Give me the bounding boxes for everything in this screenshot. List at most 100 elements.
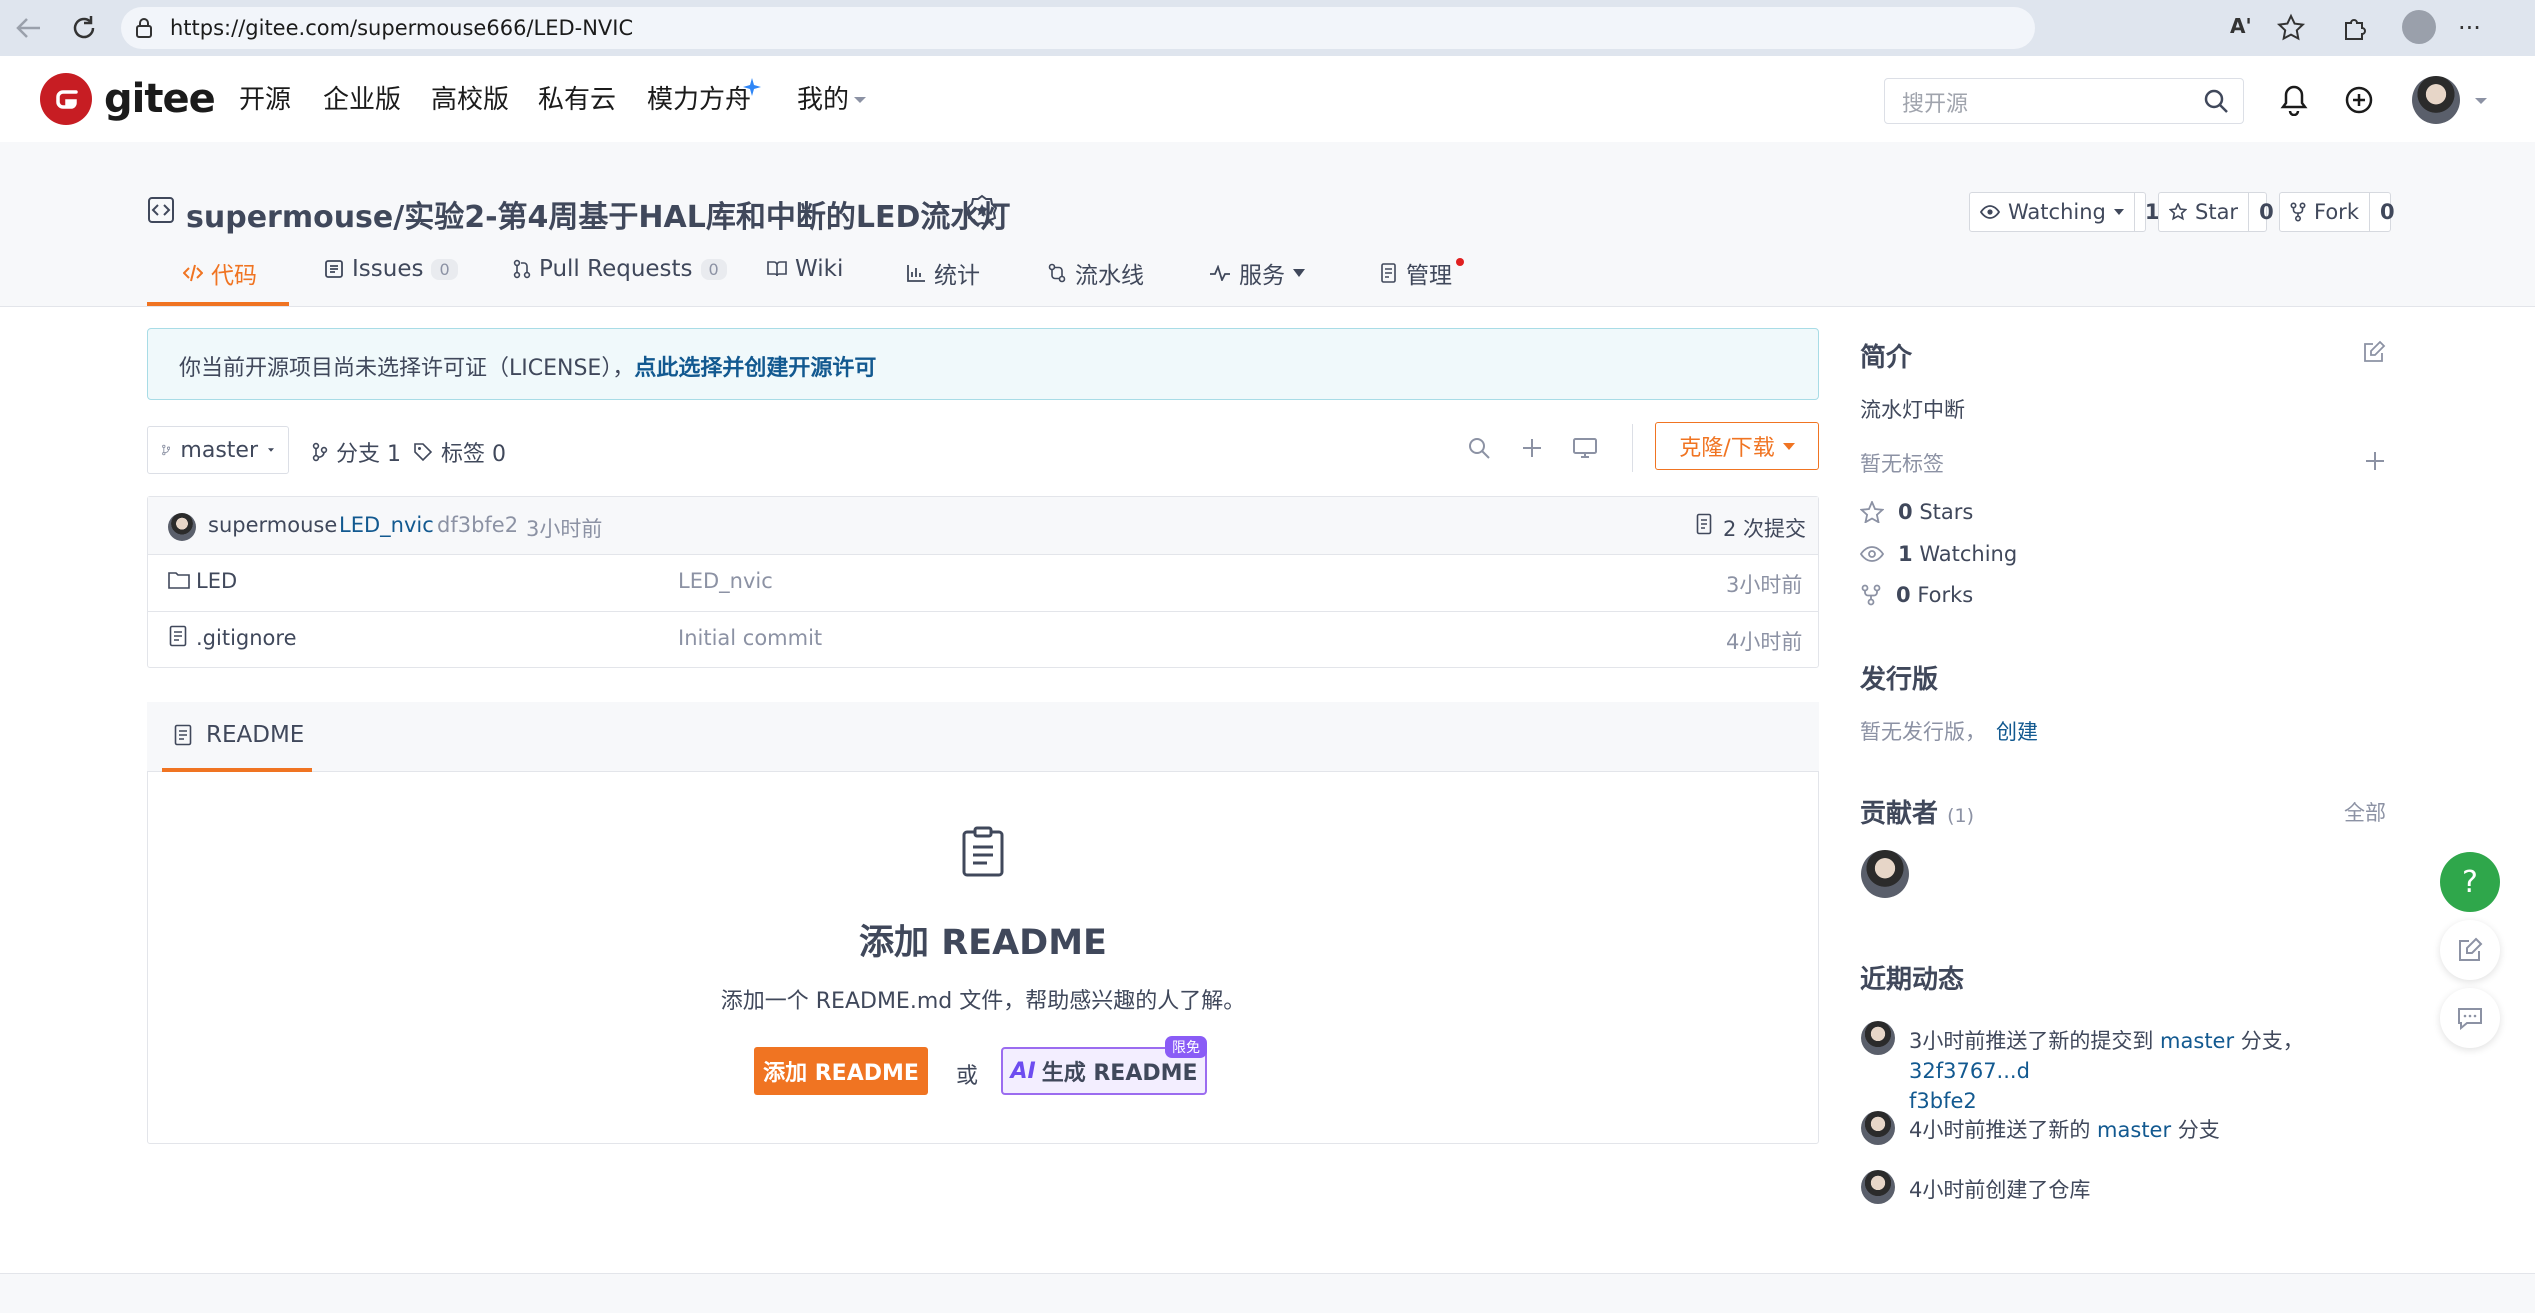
activity-branch-link[interactable]: master xyxy=(2097,1118,2171,1142)
activity-branch-link[interactable]: master xyxy=(2160,1029,2234,1053)
eye-icon xyxy=(1980,205,2000,219)
repo-title[interactable]: supermouse/实验2-第4周基于HAL库和中断的LED流水灯 xyxy=(186,192,1010,236)
add-tag-icon[interactable] xyxy=(2364,450,2386,472)
tab-code[interactable]: 代码 xyxy=(183,256,257,290)
nav-private-cloud[interactable]: 私有云 xyxy=(538,82,616,118)
commit-author[interactable]: supermouse xyxy=(208,513,337,537)
ai-generate-readme-label: 生成 README xyxy=(1041,1061,1198,1086)
user-avatar[interactable] xyxy=(2412,76,2460,124)
feedback-edit-icon xyxy=(2459,937,2483,961)
tab-stats[interactable]: 统计 xyxy=(906,256,980,290)
no-tags-text: 暂无标签 xyxy=(1860,452,1944,476)
search-icon[interactable] xyxy=(2203,88,2229,114)
create-release-link[interactable]: 创建 xyxy=(1996,720,2038,744)
reload-icon[interactable] xyxy=(69,13,99,43)
tab-pipeline[interactable]: 流水线 xyxy=(1047,256,1144,290)
contributor-avatar[interactable] xyxy=(1861,850,1909,898)
branches-link[interactable]: 分支 1 xyxy=(312,436,401,468)
more-menu-icon[interactable]: ··· xyxy=(2458,14,2481,42)
tab-manage[interactable]: 管理 xyxy=(1380,256,1452,290)
recent-activity-heading: 近期动态 xyxy=(1860,965,1965,995)
web-ide-icon[interactable] xyxy=(1572,436,1598,460)
watch-label: Watching xyxy=(2008,200,2106,224)
activity-text: 4小时前推送了新的 xyxy=(1909,1118,2098,1142)
file-name[interactable]: .gitignore xyxy=(196,626,297,650)
tab-manage-label: 管理 xyxy=(1406,263,1452,289)
activity-commit-link[interactable]: f3bfe2 xyxy=(1909,1089,1977,1113)
file-commit-message[interactable]: Initial commit xyxy=(678,626,822,650)
star-button[interactable]: Star 0 xyxy=(2158,192,2274,232)
gitee-logo[interactable]: gitee xyxy=(40,73,216,125)
or-separator: 或 xyxy=(956,1064,979,1089)
nav-mine[interactable]: 我的 xyxy=(797,82,849,118)
readme-empty-title: 添加 README xyxy=(859,923,1107,963)
table-row[interactable] xyxy=(148,554,1818,611)
tab-pull-requests[interactable]: Pull Requests 0 xyxy=(513,256,727,282)
commit-author-avatar[interactable] xyxy=(168,513,196,541)
commit-hash[interactable]: df3bfe2 xyxy=(437,513,518,537)
branch-selector[interactable]: master xyxy=(147,426,289,474)
browser-profile-avatar[interactable] xyxy=(2402,10,2436,44)
add-file-icon[interactable] xyxy=(1520,436,1544,460)
contributors-all-link[interactable]: 全部 xyxy=(2344,797,2386,827)
watching-stat[interactable]: 1 Watching xyxy=(1860,542,2017,566)
chat-button[interactable] xyxy=(2440,988,2500,1048)
activity-avatar[interactable] xyxy=(1861,1111,1895,1145)
help-button[interactable]: ? xyxy=(2440,852,2500,912)
activity-text: 分支 xyxy=(2171,1118,2220,1142)
chevron-down-icon xyxy=(268,448,274,452)
back-icon[interactable] xyxy=(14,14,44,42)
url-text[interactable]: https://gitee.com/supermouse666/LED-NVIC xyxy=(170,12,633,44)
nav-opensource[interactable]: 开源 xyxy=(239,82,291,118)
readme-tab[interactable]: README xyxy=(174,722,304,748)
extensions-icon[interactable] xyxy=(2340,13,2370,43)
tab-issues[interactable]: Issues 0 xyxy=(324,256,458,282)
lock-icon[interactable] xyxy=(134,16,154,40)
stars-stat[interactable]: 0 Stars xyxy=(1860,500,1973,524)
watch-button[interactable]: Watching 1 xyxy=(1969,192,2159,232)
chevron-down-icon[interactable] xyxy=(2474,97,2488,105)
nav-education[interactable]: 高校版 xyxy=(431,82,509,118)
commit-message[interactable]: LED_nvic xyxy=(339,513,434,537)
branch-icon xyxy=(312,442,328,462)
pipeline-icon xyxy=(1048,263,1066,283)
commits-doc-icon xyxy=(1696,513,1712,535)
fork-label: Fork xyxy=(2314,200,2359,224)
feedback-button[interactable] xyxy=(2440,920,2500,980)
plus-circle-icon[interactable] xyxy=(2344,85,2374,115)
file-search-icon[interactable] xyxy=(1467,436,1491,460)
branch-icon xyxy=(162,444,171,456)
tab-wiki[interactable]: Wiki xyxy=(767,256,843,282)
manage-doc-icon xyxy=(1381,263,1396,283)
fork-button[interactable]: Fork 0 xyxy=(2279,192,2395,232)
add-readme-button[interactable]: 添加 README xyxy=(754,1047,928,1095)
activity-text: 4小时前创建了仓库 xyxy=(1909,1178,2091,1202)
tags-link[interactable]: 标签 0 xyxy=(413,436,506,468)
fork-count: 0 xyxy=(2368,193,2405,231)
branches-label: 分支 1 xyxy=(336,442,401,467)
activity-commit-link[interactable]: 32f3767...d xyxy=(1909,1059,2030,1083)
tab-services[interactable]: 服务 xyxy=(1209,256,1305,290)
activity-avatar[interactable] xyxy=(1861,1021,1895,1055)
commit-count[interactable]: 2 次提交 xyxy=(1723,513,1806,543)
file-name[interactable]: LED xyxy=(196,569,237,593)
code-repo-icon xyxy=(147,196,175,224)
clone-download-button[interactable]: 克隆/下载 xyxy=(1655,422,1819,470)
fork-icon xyxy=(2290,202,2306,222)
nav-moli[interactable]: 模力方舟 xyxy=(647,82,751,118)
file-commit-message[interactable]: LED_nvic xyxy=(678,569,773,593)
favorite-star-icon[interactable] xyxy=(2276,13,2306,43)
chevron-down-icon xyxy=(1293,269,1305,277)
ai-icon: AI xyxy=(1010,1058,1036,1084)
activity-avatar[interactable] xyxy=(1861,1170,1895,1204)
tab-wiki-label: Wiki xyxy=(795,256,844,282)
edit-icon[interactable] xyxy=(2362,340,2386,364)
commit-time: 3小时前 xyxy=(526,517,603,541)
nav-enterprise[interactable]: 企业版 xyxy=(323,82,401,118)
read-aloud-icon[interactable]: Aꞌ xyxy=(2230,14,2252,38)
activity-item: 4小时前推送了新的 master 分支 xyxy=(1909,1114,2220,1144)
forks-stat[interactable]: 0 Forks xyxy=(1860,583,1973,607)
create-license-link[interactable]: 点此选择并创建开源许可 xyxy=(634,356,876,381)
bell-icon[interactable] xyxy=(2279,84,2309,116)
table-row[interactable] xyxy=(148,611,1818,668)
